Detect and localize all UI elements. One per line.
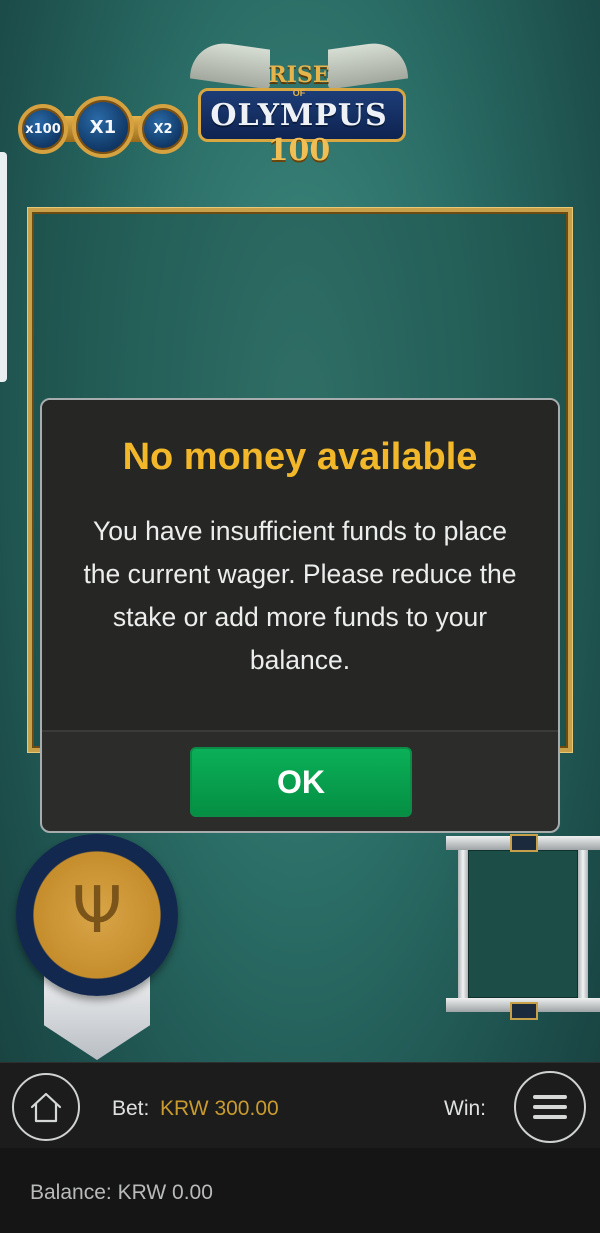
feature-frame-window (468, 850, 578, 998)
bottom-bar: Bet: KRW 300.00 Win: (0, 1062, 600, 1149)
bet-label: Bet: (112, 1097, 150, 1120)
logo-rise-text: RISE (268, 62, 330, 88)
feature-frame-column-left (458, 850, 468, 998)
emblem-medallion: Ψ (16, 834, 178, 996)
ok-button[interactable]: OK (190, 747, 412, 817)
logo-100-text: 100 (267, 133, 331, 168)
multiplier-orb-x100: x100 (18, 104, 68, 154)
home-button[interactable] (12, 1073, 80, 1141)
insufficient-funds-dialog: No money available You have insufficient… (40, 398, 560, 833)
trident-icon: Ψ (71, 874, 123, 948)
dialog-title: No money available (122, 436, 478, 478)
feature-frame (446, 834, 600, 1020)
feature-frame-column-right (578, 850, 588, 998)
balance-text: Balance: KRW 0.00 (30, 1181, 213, 1205)
balance-bar: Balance: KRW 0.00 (0, 1148, 600, 1233)
game-logo: RISE OF OLYMPUS 100 (190, 38, 408, 168)
hamburger-menu-icon (533, 1095, 567, 1119)
multiplier-orb-x1: X1 (72, 96, 134, 158)
win-label: Win: (444, 1097, 486, 1120)
dialog-message: You have insufficient funds to place the… (83, 516, 517, 675)
bet-value: KRW 300.00 (160, 1097, 279, 1120)
balance-value: KRW 0.00 (117, 1181, 213, 1204)
feature-frame-gem-top (510, 834, 538, 852)
logo-of-text: OF (292, 88, 306, 98)
feature-frame-gem-bottom (510, 1002, 538, 1020)
dialog-body: No money available You have insufficient… (42, 400, 558, 732)
logo-olympus-text: OLYMPUS (210, 98, 388, 133)
trident-emblem: Ψ (16, 834, 178, 1062)
menu-button[interactable] (514, 1071, 586, 1143)
multiplier-orb-x2: X2 (138, 104, 188, 154)
multiplier-bar: x100 X1 X2 (14, 96, 192, 160)
home-icon (30, 1092, 62, 1123)
side-panel-handle[interactable] (0, 152, 7, 382)
balance-label: Balance: (30, 1181, 112, 1204)
